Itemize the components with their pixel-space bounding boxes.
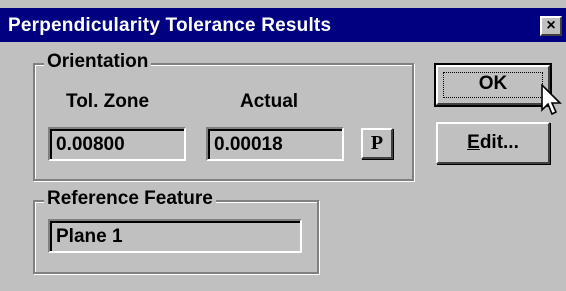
mouse-pointer-icon [541,84,562,116]
window-title: Perpendicularity Tolerance Results [8,15,332,36]
reference-feature-value: Plane 1 [50,221,300,251]
actual-label: Actual [240,91,299,112]
dialog-window: Perpendicularity Tolerance Results × Ori… [0,0,566,291]
edit-button[interactable]: Edit... [436,122,550,164]
close-button[interactable]: × [540,16,562,36]
reference-feature-field[interactable]: Plane 1 [48,219,302,253]
tol-zone-label: Tol. Zone [66,91,150,112]
tol-zone-value: 0.00800 [50,129,184,159]
orientation-group-label: Orientation [44,51,152,73]
actual-value: 0.00018 [208,129,342,159]
p-button-label: P [370,132,384,154]
tol-zone-field[interactable]: 0.00800 [48,127,186,161]
close-icon: × [546,17,556,34]
reference-feature-group-label: Reference Feature [44,188,216,210]
title-bar[interactable]: Perpendicularity Tolerance Results × [0,8,566,42]
focus-rectangle [443,72,543,98]
ok-button[interactable]: OK [434,63,552,107]
orientation-group [33,63,414,181]
edit-button-label: Edit... [467,132,519,153]
actual-field[interactable]: 0.00018 [206,127,344,161]
p-button[interactable]: P [361,128,393,159]
